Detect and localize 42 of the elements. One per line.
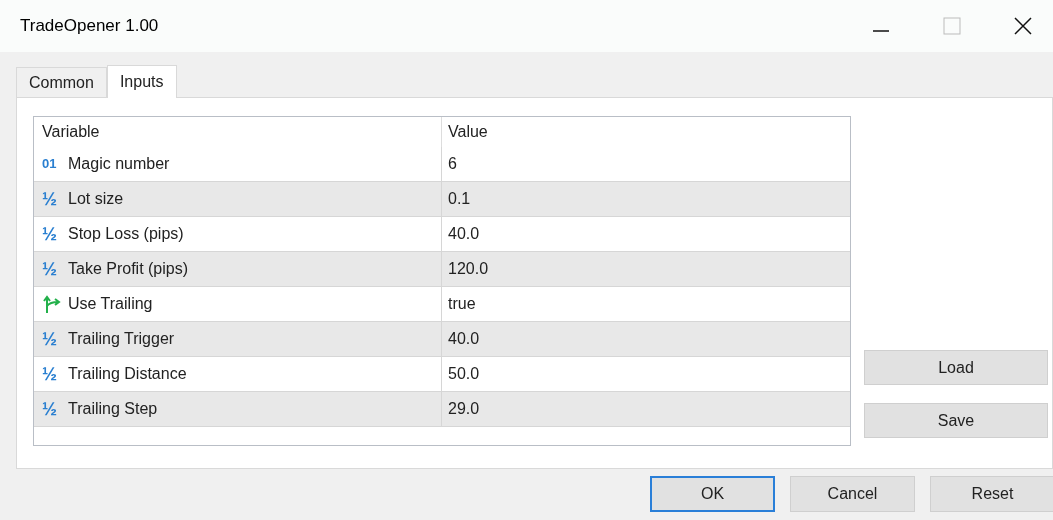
table-row[interactable]: ½ Trailing Step 29.0 (34, 392, 850, 427)
table-row[interactable]: ½ Stop Loss (pips) 40.0 (34, 217, 850, 252)
variable-name: Take Profit (pips) (68, 259, 189, 279)
table-row[interactable]: 01 Magic number 6 (34, 147, 850, 182)
variable-value: 29.0 (447, 399, 480, 419)
variable-name: Trailing Trigger (68, 329, 175, 349)
variable-name: Trailing Step (68, 399, 158, 419)
close-icon[interactable] (1013, 16, 1033, 36)
window-title: TradeOpener 1.00 (20, 15, 160, 38)
table-row[interactable]: ½ Take Profit (pips) 120.0 (34, 252, 850, 287)
dialog-button[interactable]: Reset (930, 476, 1053, 512)
variable-name: Use Trailing (68, 294, 153, 314)
variable-value: 40.0 (447, 329, 480, 349)
table-row[interactable]: ½ Trailing Distance 50.0 (34, 357, 850, 392)
table-row[interactable]: ½ Lot size 0.1 (34, 182, 850, 217)
fraction-type-icon: ½ (42, 330, 68, 348)
table-row[interactable]: ½ Trailing Trigger 40.0 (34, 322, 850, 357)
tab[interactable]: Inputs (106, 65, 177, 98)
variable-name: Lot size (68, 189, 124, 209)
side-button[interactable]: Load (864, 350, 1048, 385)
variable-value: 40.0 (447, 224, 480, 244)
dialog-button[interactable]: OK (650, 476, 775, 512)
side-button[interactable]: Save (864, 403, 1048, 438)
variable-value: 50.0 (447, 364, 480, 384)
fraction-type-icon: ½ (42, 400, 68, 418)
tab[interactable]: Common (16, 67, 107, 97)
variable-name: Magic number (68, 154, 170, 174)
variable-value: 6 (447, 154, 457, 174)
variable-value: 0.1 (447, 189, 471, 209)
variable-name: Trailing Distance (68, 364, 187, 384)
variable-value: true (447, 294, 476, 314)
fraction-type-icon: ½ (42, 225, 68, 243)
table-row[interactable]: Use Trailing true (34, 287, 850, 322)
fraction-type-icon: ½ (42, 190, 68, 208)
integer-type-icon: 01 (42, 154, 68, 174)
variable-name: Stop Loss (pips) (68, 224, 184, 244)
fraction-type-icon: ½ (42, 365, 68, 383)
dialog-button[interactable]: Cancel (790, 476, 915, 512)
variable-value: 120.0 (447, 259, 489, 279)
branch-arrow-icon (42, 294, 62, 314)
fraction-type-icon: ½ (42, 260, 68, 278)
column-header: Value (447, 122, 488, 142)
